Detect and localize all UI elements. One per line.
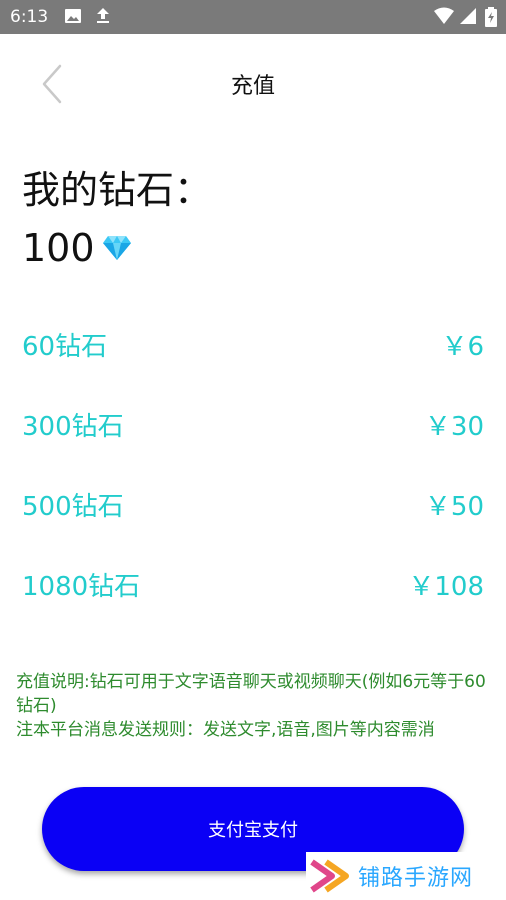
option-amount: 300钻石 — [22, 412, 124, 442]
recharge-option-500[interactable]: 500钻石 ￥50 — [0, 478, 506, 528]
balance-label: 我的钻石： — [22, 168, 213, 212]
balance-row: 100 — [22, 224, 132, 272]
watermark: 铺路手游网 — [306, 852, 506, 900]
wifi-icon — [434, 7, 454, 24]
recharge-notes: 充值说明:钻石可用于文字语音聊天或视频聊天(例如6元等于60钻石) 注本平台消息… — [16, 670, 496, 758]
notes-line-1: 充值说明:钻石可用于文字语音聊天或视频聊天(例如6元等于60钻石) — [16, 672, 486, 716]
status-bar: 6:13 — [0, 0, 506, 34]
option-amount: 60钻石 — [22, 332, 108, 362]
option-amount: 1080钻石 — [22, 572, 141, 602]
signal-icon — [460, 8, 476, 24]
recharge-option-1080[interactable]: 1080钻石 ￥108 — [0, 558, 506, 608]
watermark-logo-icon — [310, 859, 349, 893]
diamond-icon — [102, 236, 131, 260]
page-title: 充值 — [230, 74, 275, 99]
upload-icon — [97, 8, 109, 23]
option-price: ￥50 — [424, 492, 484, 522]
option-amount: 500钻石 — [22, 492, 124, 522]
battery-icon — [485, 7, 497, 27]
image-icon — [65, 9, 81, 23]
notes-line-2: 注本平台消息发送规则：发送文字,语音,图片等内容需消 — [16, 720, 435, 740]
watermark-text: 铺路手游网 — [358, 866, 474, 891]
balance-value: 100 — [22, 226, 95, 270]
option-price: ￥108 — [408, 572, 484, 602]
app-bar: 充值 — [0, 34, 506, 130]
option-price: ￥6 — [441, 332, 484, 362]
option-price: ￥30 — [424, 412, 484, 442]
recharge-option-300[interactable]: 300钻石 ￥30 — [0, 398, 506, 448]
status-time: 6:13 — [10, 7, 49, 27]
recharge-option-60[interactable]: 60钻石 ￥6 — [0, 318, 506, 368]
